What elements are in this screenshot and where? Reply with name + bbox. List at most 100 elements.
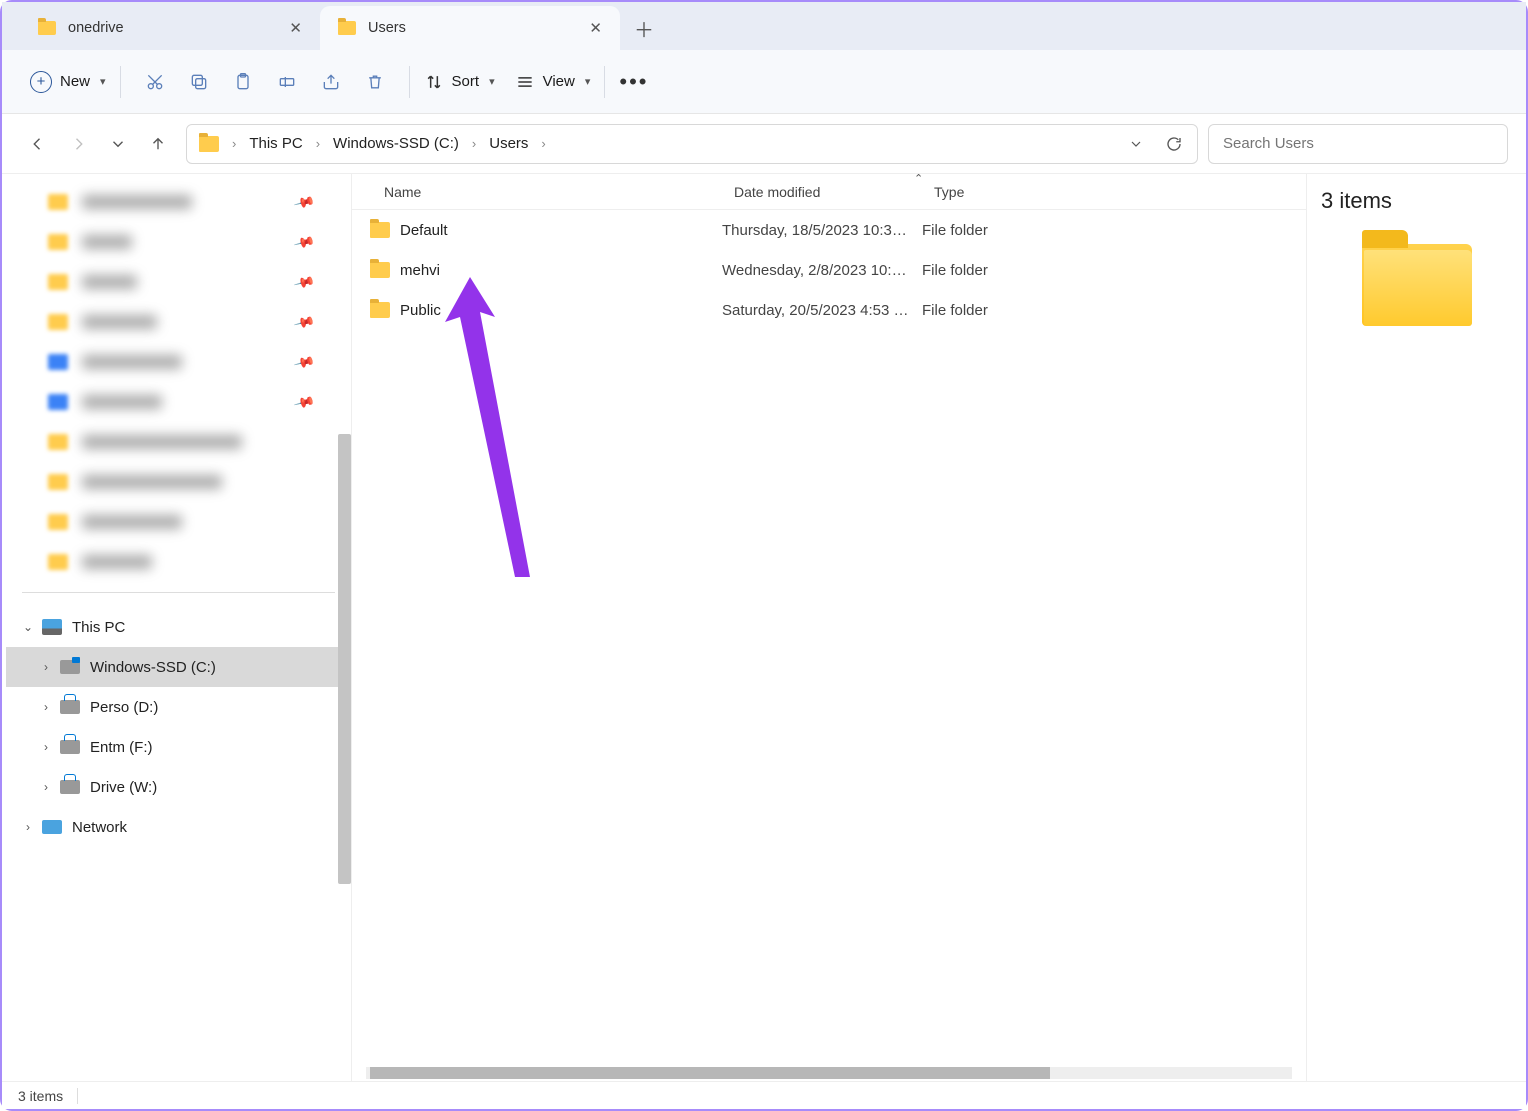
pin-icon: 📌	[292, 190, 316, 213]
ellipsis-icon: •••	[619, 69, 648, 95]
tab-label: onedrive	[68, 20, 124, 36]
tree-network[interactable]: ›Network	[6, 807, 351, 847]
search-input[interactable]	[1208, 124, 1508, 164]
quick-access-item[interactable]	[22, 462, 335, 502]
breadcrumb[interactable]: Windows-SSD (C:)	[327, 131, 465, 156]
chevron-right-icon: ›	[18, 820, 38, 834]
file-list: ⌃ Name Date modified Type Default Thursd…	[352, 174, 1306, 1081]
chevron-right-icon: ›	[471, 136, 477, 151]
pin-icon: 📌	[292, 230, 316, 253]
back-button[interactable]	[20, 126, 56, 162]
view-button[interactable]: View ▾	[505, 62, 601, 102]
recent-button[interactable]	[100, 126, 136, 162]
chevron-down-icon: ▾	[489, 75, 495, 88]
folder-large-icon	[1362, 244, 1472, 326]
new-button[interactable]: + New ▾	[20, 62, 116, 102]
quick-access-item[interactable]	[22, 502, 335, 542]
paste-button[interactable]	[223, 62, 263, 102]
tree-drive[interactable]: ›Entm (F:)	[6, 727, 351, 767]
folder-icon	[370, 302, 390, 318]
column-type[interactable]: Type	[922, 184, 1306, 200]
chevron-down-icon: ▾	[100, 75, 106, 88]
address-bar[interactable]: › This PC › Windows-SSD (C:) › Users ›	[186, 124, 1198, 164]
tab-label: Users	[368, 20, 406, 36]
file-row[interactable]: Default Thursday, 18/5/2023 10:3… File f…	[352, 210, 1306, 250]
quick-access-item[interactable]: 📌	[22, 182, 335, 222]
pin-icon: 📌	[292, 310, 316, 333]
pin-icon: 📌	[292, 390, 316, 413]
file-row[interactable]: Public Saturday, 20/5/2023 4:53 … File f…	[352, 290, 1306, 330]
network-icon	[42, 820, 62, 834]
folder-icon	[338, 21, 356, 35]
column-name[interactable]: Name	[352, 184, 722, 200]
quick-access-item[interactable]	[22, 422, 335, 462]
folder-icon	[370, 262, 390, 278]
chevron-right-icon: ›	[36, 780, 56, 794]
chevron-down-icon: ⌄	[18, 620, 38, 634]
chevron-right-icon: ›	[36, 700, 56, 714]
cut-button[interactable]	[135, 62, 175, 102]
pc-icon	[42, 619, 62, 635]
quick-access-item[interactable]: 📌	[22, 342, 335, 382]
tabs-bar: onedrive ✕ Users ✕ ＋	[2, 2, 1526, 50]
view-label: View	[543, 73, 575, 90]
pin-icon: 📌	[292, 350, 316, 373]
add-tab-button[interactable]: ＋	[620, 6, 668, 50]
tree-drive[interactable]: ›Perso (D:)	[6, 687, 351, 727]
breadcrumb[interactable]: Users	[483, 131, 534, 156]
details-title: 3 items	[1321, 188, 1512, 214]
sidebar-scrollbar[interactable]	[338, 434, 351, 884]
sort-button[interactable]: Sort ▾	[414, 62, 505, 102]
quick-access-item[interactable]	[22, 542, 335, 582]
chevron-right-icon: ›	[36, 660, 56, 674]
tree-this-pc[interactable]: ⌄This PC	[6, 607, 351, 647]
sidebar: 📌 📌 📌 📌 📌 📌 ⌄This PC ›Windows-SSD (C:) ›…	[2, 174, 352, 1081]
close-icon[interactable]: ✕	[583, 17, 608, 40]
quick-access-item[interactable]: 📌	[22, 222, 335, 262]
address-dropdown-button[interactable]	[1121, 129, 1151, 159]
drive-icon	[60, 700, 80, 714]
tree-drive[interactable]: ›Drive (W:)	[6, 767, 351, 807]
drive-icon	[60, 660, 80, 674]
tab-onedrive[interactable]: onedrive ✕	[20, 6, 320, 50]
new-label: New	[60, 73, 90, 90]
quick-access-item[interactable]: 📌	[22, 262, 335, 302]
column-headers: ⌃ Name Date modified Type	[352, 174, 1306, 210]
chevron-right-icon: ›	[231, 136, 237, 151]
horizontal-scrollbar[interactable]	[366, 1067, 1292, 1079]
more-button[interactable]: •••	[609, 62, 658, 102]
share-button[interactable]	[311, 62, 351, 102]
chevron-right-icon: ›	[315, 136, 321, 151]
pin-icon: 📌	[292, 270, 316, 293]
navigation-row: › This PC › Windows-SSD (C:) › Users ›	[2, 114, 1526, 174]
folder-icon	[370, 222, 390, 238]
folder-icon	[38, 21, 56, 35]
forward-button[interactable]	[60, 126, 96, 162]
refresh-button[interactable]	[1159, 129, 1189, 159]
chevron-right-icon: ›	[36, 740, 56, 754]
rename-button[interactable]	[267, 62, 307, 102]
plus-circle-icon: +	[30, 71, 52, 93]
folder-icon	[199, 136, 219, 152]
status-bar: 3 items	[2, 1081, 1526, 1109]
up-button[interactable]	[140, 126, 176, 162]
quick-access-item[interactable]: 📌	[22, 382, 335, 422]
tree-drive[interactable]: ›Windows-SSD (C:)	[6, 647, 351, 687]
chevron-right-icon: ›	[540, 136, 546, 151]
quick-access-item[interactable]: 📌	[22, 302, 335, 342]
column-date[interactable]: Date modified	[722, 184, 922, 200]
toolbar: + New ▾ Sort ▾ View ▾ •••	[2, 50, 1526, 114]
chevron-down-icon: ▾	[585, 75, 591, 88]
delete-button[interactable]	[355, 62, 395, 102]
sort-label: Sort	[452, 73, 480, 90]
breadcrumb[interactable]: This PC	[243, 131, 308, 156]
quick-access-section: 📌 📌 📌 📌 📌 📌	[22, 182, 335, 593]
file-row[interactable]: mehvi Wednesday, 2/8/2023 10:… File fold…	[352, 250, 1306, 290]
drive-icon	[60, 780, 80, 794]
drive-icon	[60, 740, 80, 754]
status-count: 3 items	[18, 1088, 63, 1104]
sort-indicator-icon: ⌃	[914, 174, 923, 185]
close-icon[interactable]: ✕	[283, 17, 308, 40]
tab-users[interactable]: Users ✕	[320, 6, 620, 50]
copy-button[interactable]	[179, 62, 219, 102]
